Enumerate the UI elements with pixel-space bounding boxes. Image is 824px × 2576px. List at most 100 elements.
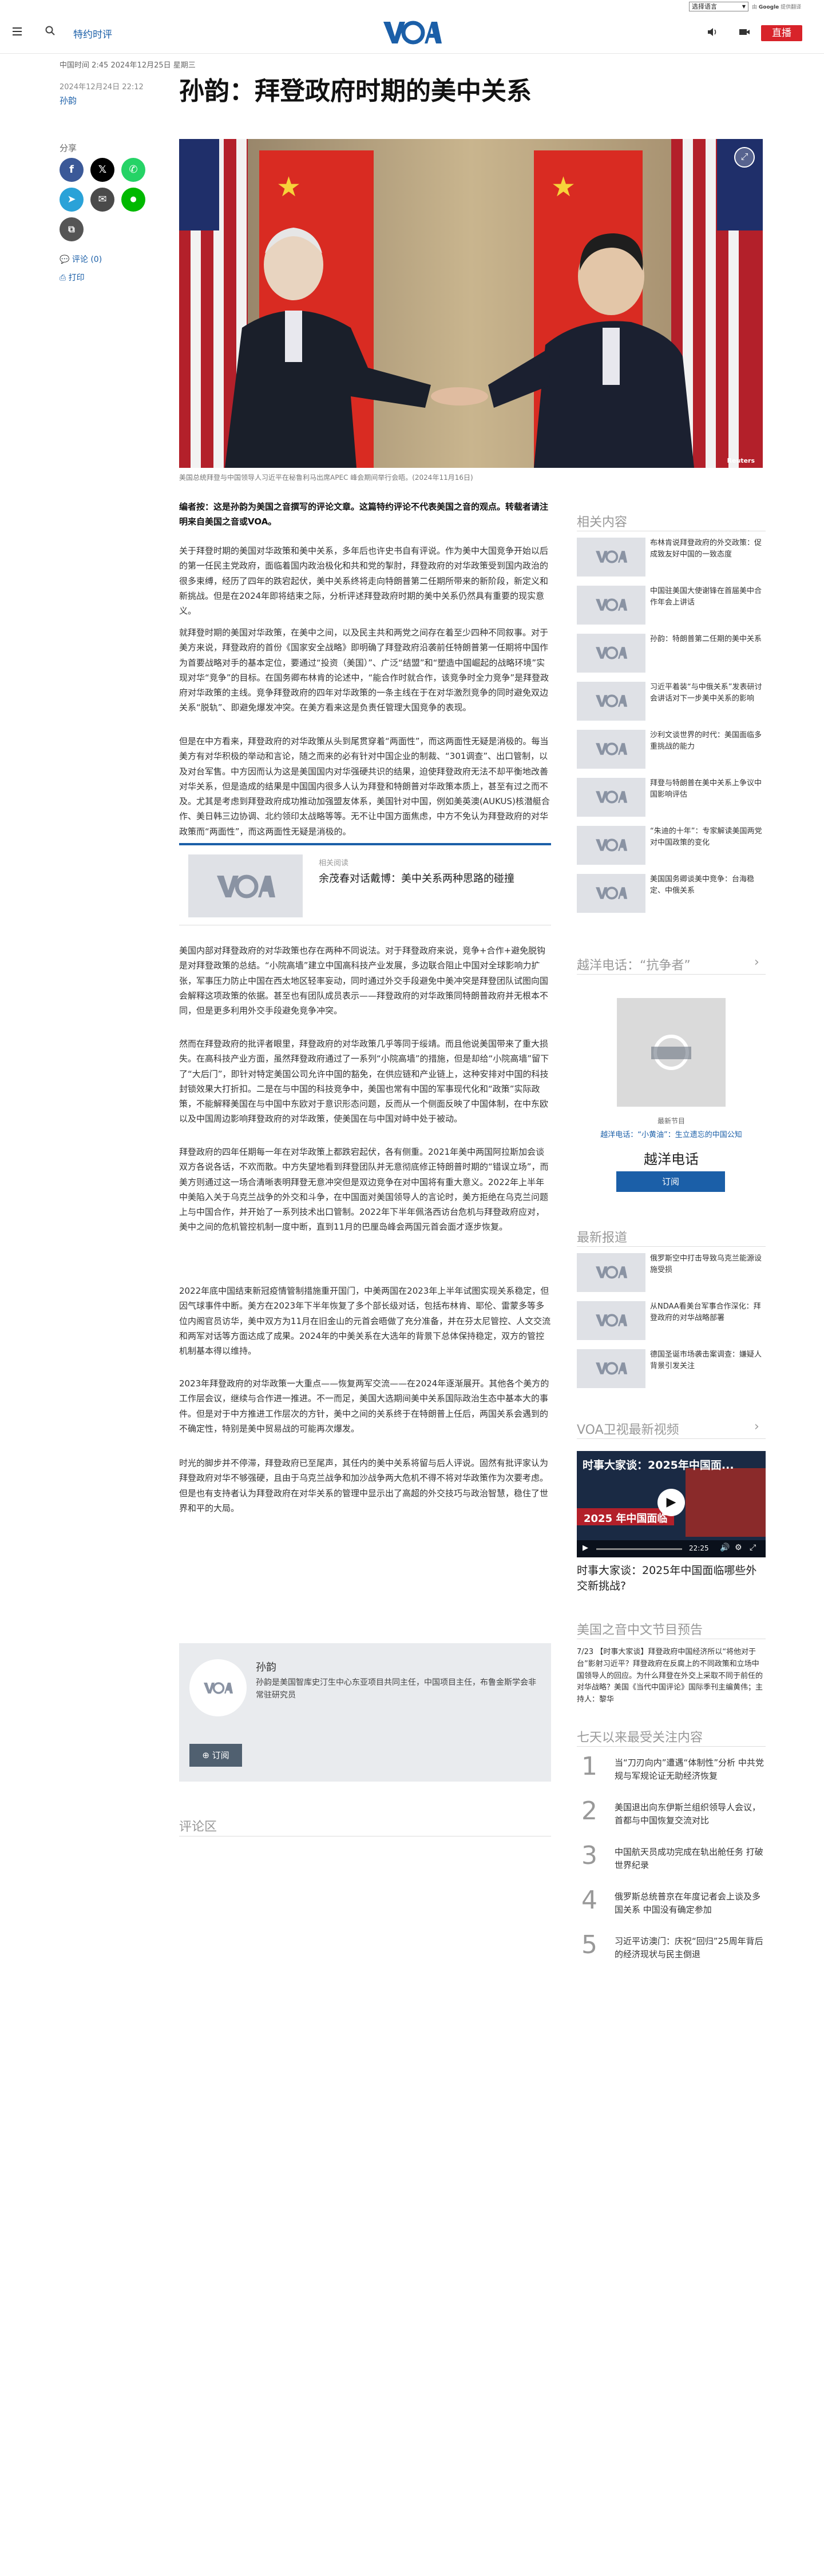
tv-video-player[interactable]: 时事大家谈：2025年中国面... 2025 年中国面临 ▶ ▶ 22:25 🔊…: [577, 1451, 766, 1557]
news-item-title: 德国圣诞市场袭击案调查：嫌疑人背景引发关注: [650, 1350, 762, 1370]
thumbnail: [577, 826, 645, 865]
share-label: 分享: [60, 143, 77, 153]
audio-icon[interactable]: [706, 26, 719, 38]
thumbnail: [577, 778, 645, 817]
rss-icon: ⊕: [202, 1750, 212, 1760]
tv-video-title[interactable]: 时事大家谈：2025年中国面临哪些外交新挑战?: [577, 1563, 766, 1593]
related-item-title: 拜登与特朗普在美中关系上争议中国影响评估: [650, 779, 762, 799]
chevron-right-icon: ›: [754, 1420, 759, 1434]
popular-item[interactable]: 5 习近平访澳门：庆祝“回归”25周年背后的经济现状与民主倒退: [577, 1933, 766, 1967]
comments-heading: 评论区: [179, 1820, 217, 1834]
divider: [577, 1746, 766, 1747]
popular-title: 习近平访澳门：庆祝“回归”25周年背后的经济现状与民主倒退: [615, 1936, 763, 1959]
thumbnail: [577, 1349, 645, 1388]
related-item[interactable]: 拜登与特朗普在美中关系上争议中国影响评估: [577, 778, 766, 818]
popular-title: 中国航天员成功完成在轨出舱任务 打破世界纪录: [615, 1847, 763, 1870]
thumbnail: [577, 586, 645, 625]
paragraph: 就拜登时期的美国对华政策，在美中之间，以及民主共和两党之间存在着至少四种不同叙事…: [179, 627, 549, 713]
comment-link[interactable]: 💬 评论 (0): [60, 253, 102, 265]
paragraph: 2022年底中国结束新冠疫情管制措施重开国门，中美两国在2023年上半年试图实现…: [179, 1286, 551, 1356]
print-icon: ⎙: [60, 273, 69, 283]
news-item[interactable]: 从NDAA看美台军事合作深化：拜登政府的对华战略部署: [577, 1301, 766, 1341]
podcast-artwork[interactable]: [617, 998, 726, 1107]
radio-schedule-text[interactable]: 7/23 【时事大家谈】拜登政府中国经济所以“将他对于台”影射习近平？拜登政府在…: [577, 1647, 766, 1706]
email-icon[interactable]: ✉: [90, 188, 114, 212]
expand-icon[interactable]: ⤢: [734, 147, 755, 168]
related-item-title: 中国驻美国大使谢锋在首届美中合作年会上讲话: [650, 587, 762, 607]
line-icon[interactable]: ●: [121, 188, 145, 212]
paragraph: 时光的脚步并不停滞，拜登政府已至尾声，其任内的美中关系将留与后人评说。固然有批评…: [179, 1458, 549, 1513]
site-header: 特约时评 直播: [0, 13, 824, 54]
svg-text:★: ★: [551, 171, 576, 203]
tv-heading[interactable]: VOA卫视最新视频 ›: [577, 1420, 759, 1438]
video-controls: ▶ 22:25 🔊 ⚙ ⤢: [577, 1540, 766, 1557]
search-icon[interactable]: [45, 25, 56, 37]
voa-logo: [204, 1682, 233, 1694]
paragraph: 美国内部对拜登政府的对华政策也存在两种不同说法。对于拜登政府来说，竞争+合作+避…: [179, 945, 549, 1016]
page-title: 孙韵：拜登政府时期的美中关系: [179, 77, 532, 106]
print-link[interactable]: ⎙ 打印: [60, 272, 85, 283]
volume-icon[interactable]: 🔊: [720, 1543, 730, 1552]
popular-item[interactable]: 2 美国退出向东伊斯兰组织领导人会议，首都与中国恢复交流对比: [577, 1799, 766, 1833]
video-time: 22:25: [689, 1544, 709, 1552]
related-item[interactable]: 布林肯说拜登政府的外交政策：促成致友好中国的一致态度: [577, 538, 766, 578]
subscribe-button[interactable]: ⊕ 订阅: [189, 1744, 242, 1767]
paragraph: 关于拜登时期的美国对华政策和美中关系，多年后也许史书自有评说。作为美中大国竞争开…: [179, 546, 549, 616]
author-bio: 孙韵是美国智库史汀生中心东亚项目共同主任，中国项目主任，布鲁金斯学会非常驻研究员: [256, 1678, 536, 1700]
related-article-card[interactable]: 相关阅读 余茂春对话戴博：美中关系两种思路的碰撞: [179, 843, 551, 925]
podcast-name: 越洋电话: [644, 1151, 699, 1167]
news-heading: 最新报道: [577, 1231, 628, 1245]
related-label: 相关阅读: [319, 859, 349, 868]
news-item-title: 从NDAA看美台军事合作深化：拜登政府的对华战略部署: [650, 1302, 761, 1322]
video-icon[interactable]: [738, 26, 751, 38]
popular-item[interactable]: 4 俄罗斯总统普京在年度记者会上谈及多国关系 中国没有确定参加: [577, 1888, 766, 1922]
popular-rank: 2: [581, 1796, 597, 1826]
related-thumbnail: [188, 854, 303, 917]
paragraph: 2023年拜登政府的对华政策一大重点——恢复两军交流——在2024年逐渐展开。其…: [179, 1378, 549, 1434]
voa-logo[interactable]: [382, 18, 442, 46]
thumbnail: [577, 634, 645, 673]
thumbnail: [577, 538, 645, 577]
podcast-episode-link[interactable]: 越洋电话：“小黄油”：生立遗忘的中国公知: [577, 1128, 766, 1139]
divider: [577, 1438, 766, 1439]
whatsapp-icon[interactable]: ✆: [121, 158, 145, 182]
popular-item[interactable]: 3 中国航天员成功完成在轨出舱任务 打破世界纪录: [577, 1843, 766, 1878]
popular-title: 当“刀刃向内”遭遇“体制性”分析 中共党规与军规论证无助经济恢复: [615, 1758, 764, 1781]
podcast-subscribe-button[interactable]: 订阅: [616, 1171, 725, 1192]
podcast-latest-label: 最新节目: [657, 1117, 685, 1125]
news-item[interactable]: 俄罗斯空中打击导致乌克兰能源设施受损: [577, 1253, 766, 1293]
telegram-icon[interactable]: ➤: [60, 188, 84, 212]
paragraph: 拜登政府的四年任期每一年在对华政策上都跌宕起伏，各有侧重。2021年美中两国阿拉…: [179, 1147, 549, 1233]
related-item[interactable]: “朱迪的十年”：专家解读美国两党对中国政策的变化: [577, 826, 766, 866]
live-button[interactable]: 直播: [761, 25, 802, 41]
publish-date: 2024年12月24日 22:12: [60, 83, 144, 92]
author-link[interactable]: 孙韵: [60, 94, 77, 106]
related-title[interactable]: 余茂春对话戴博：美中关系两种思路的碰撞: [319, 870, 514, 885]
play-icon[interactable]: ▶: [657, 1489, 685, 1516]
popular-item[interactable]: 1 当“刀刃向内”遭遇“体制性”分析 中共党规与军规论证无助经济恢复: [577, 1754, 766, 1788]
copy-link-icon[interactable]: ⧉: [60, 217, 84, 241]
settings-icon[interactable]: ⚙: [735, 1543, 742, 1552]
divider: [577, 1246, 766, 1247]
podcast-heading[interactable]: 越洋电话：“抗争者” ›: [577, 955, 759, 973]
related-item[interactable]: 沙利文谈世界的时代：美国面临多重挑战的能力: [577, 730, 766, 770]
news-item[interactable]: 德国圣诞市场袭击案调查：嫌疑人背景引发关注: [577, 1349, 766, 1389]
related-item-title: 孙韵：特朗普第二任期的美中关系: [650, 635, 762, 643]
related-item[interactable]: 中国驻美国大使谢锋在首届美中合作年会上讲话: [577, 586, 766, 626]
facebook-icon[interactable]: f: [60, 158, 84, 182]
dateline: 中国时间 2:45 2024年12月25日 星期三: [60, 61, 196, 70]
progress-bar[interactable]: [596, 1548, 682, 1550]
fullscreen-icon[interactable]: ⤢: [750, 1543, 756, 1552]
related-item[interactable]: 美国国务卿谈美中竞争：台海稳定、中俄关系: [577, 874, 766, 914]
hero-photo-illustration: ★ ★: [179, 139, 763, 468]
author-name: 孙韵: [256, 1661, 276, 1673]
language-select[interactable]: 选择语言 ▼: [689, 2, 748, 11]
related-item[interactable]: 习近平着装“与中俄关系”发表研讨会讲话对下一步美中关系的影响: [577, 682, 766, 722]
play-button[interactable]: ▶: [583, 1544, 588, 1552]
section-link[interactable]: 特约时评: [73, 26, 112, 41]
menu-icon[interactable]: [13, 27, 22, 35]
author-box: 孙韵 孙韵是美国智库史汀生中心东亚项目共同主任，中国项目主任，布鲁金斯学会非常驻…: [179, 1643, 551, 1782]
x-icon[interactable]: 𝕏: [90, 158, 114, 182]
related-item[interactable]: 孙韵：特朗普第二任期的美中关系: [577, 634, 766, 674]
paragraph: 然而在拜登政府的批评者眼里，拜登政府的对华政策几乎等同于绥靖。而且他说美国带来了…: [179, 1039, 549, 1124]
